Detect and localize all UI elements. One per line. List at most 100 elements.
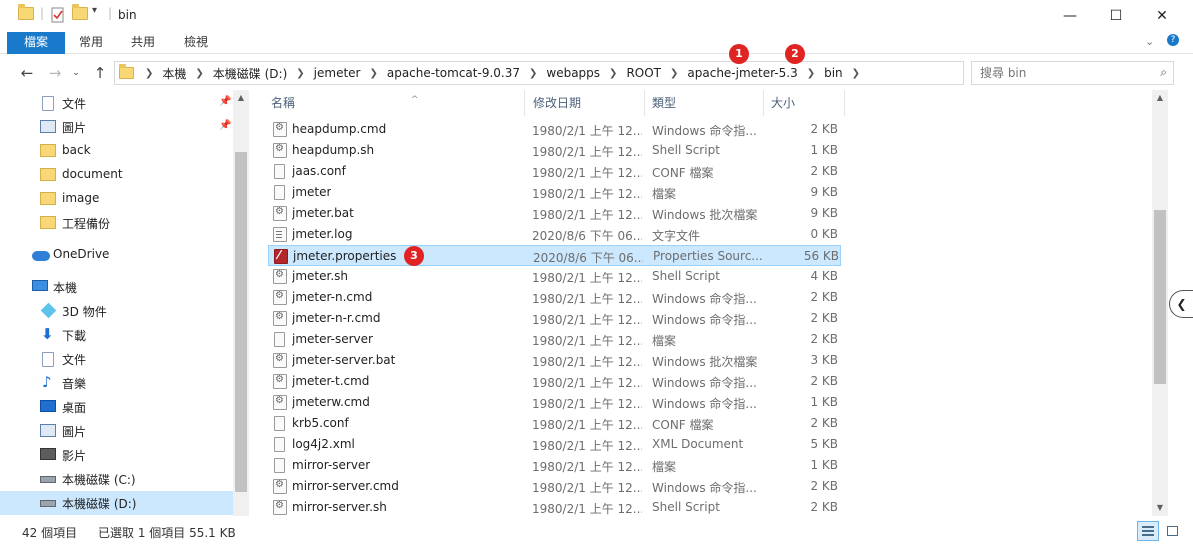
nav-item-engineering-backup[interactable]: 工程備份 (0, 211, 233, 235)
nav-item-drive-d[interactable]: 本機磁碟 (D:) (0, 491, 233, 515)
nav-item-pictures-pc[interactable]: 圖片 (0, 419, 233, 443)
chevron-right-icon[interactable]: ❯ (296, 68, 304, 79)
large-icons-view-button[interactable] (1161, 521, 1183, 541)
file-row[interactable]: heapdump.sh 1980/2/1 上午 12... Shell Script… (268, 140, 841, 161)
sidebar-scrollbar[interactable]: ▲ (233, 90, 249, 516)
file-row[interactable]: mirror-server.sh 1980/2/1 上午 12... Shell S… (268, 497, 841, 518)
nav-item-drive-c[interactable]: 本機磁碟 (C:) (0, 467, 233, 491)
file-row[interactable]: jaas.conf 1980/2/1 上午 12... CONF 檔案 2 KB (268, 161, 841, 182)
tab-view[interactable]: 檢視 (177, 32, 215, 54)
file-name: krb5.conf (292, 416, 349, 430)
new-folder-icon[interactable] (72, 4, 88, 25)
details-view-button[interactable] (1137, 521, 1159, 541)
chevron-down-icon[interactable]: ⌄ (1145, 35, 1154, 48)
column-divider[interactable] (644, 90, 645, 116)
file-row[interactable]: mirror-server 1980/2/1 上午 12... 檔案 1 KB (268, 455, 841, 476)
chevron-left-icon[interactable]: ❮ (1169, 290, 1193, 318)
nav-item-document[interactable]: document (0, 163, 233, 187)
column-header-type[interactable]: 類型 (652, 90, 762, 116)
column-header-size[interactable]: 大小 (771, 90, 843, 116)
breadcrumb-webapps[interactable]: webapps (546, 66, 600, 80)
tab-file[interactable]: 檔案 (7, 32, 65, 54)
nav-item-downloads[interactable]: ⬇ 下載 (0, 323, 233, 347)
nav-item-3d-objects[interactable]: 3D 物件 (0, 299, 233, 323)
help-icon[interactable]: ? (1167, 34, 1179, 46)
file-list-scrollbar[interactable]: ▲ ▼ (1152, 90, 1168, 516)
file-date: 1980/2/1 上午 12... (532, 481, 642, 495)
search-input[interactable] (980, 65, 1140, 81)
column-divider[interactable] (844, 90, 845, 116)
file-row[interactable]: jmeter.sh 1980/2/1 上午 12... Shell Script 4 … (268, 266, 841, 287)
forward-arrow-icon[interactable]: → (45, 64, 65, 82)
file-row[interactable]: jmeter.bat 1980/2/1 上午 12... Windows 批次檔案 9… (268, 203, 841, 224)
scroll-up-icon[interactable]: ▲ (233, 90, 249, 106)
column-header-date[interactable]: 修改日期 (533, 90, 643, 116)
file-row[interactable]: jmeter.properties 2020/8/6 下午 06... Proper… (268, 245, 841, 266)
file-row[interactable]: jmeter-n.cmd 1980/2/1 上午 12... Windows 命令指… (268, 287, 841, 308)
chevron-right-icon[interactable]: ❯ (195, 68, 203, 79)
properties-icon[interactable] (50, 7, 66, 25)
customize-quick-access-icon[interactable]: ▾ (92, 5, 97, 23)
search-icon[interactable]: ⌕ (1160, 65, 1167, 80)
chevron-right-icon[interactable]: ❯ (807, 68, 815, 79)
nav-item-label: 音樂 (62, 377, 87, 391)
close-button[interactable]: ✕ (1139, 0, 1185, 32)
chevron-right-icon[interactable]: ❯ (145, 68, 153, 79)
file-row[interactable]: jmeter-server 1980/2/1 上午 12... 檔案 2 KB (268, 329, 841, 350)
breadcrumb-root[interactable]: ROOT (626, 66, 661, 80)
nav-item-videos[interactable]: 影片 (0, 443, 233, 467)
nav-item-this-pc[interactable]: 本機 (0, 275, 233, 299)
file-type: 文字文件 (652, 229, 701, 243)
file-row[interactable]: jmeterw.cmd 1980/2/1 上午 12... Windows 命令指.… (268, 392, 841, 413)
chevron-right-icon[interactable]: ❯ (609, 68, 617, 79)
scrollbar-thumb[interactable] (235, 152, 247, 492)
back-arrow-icon[interactable]: ← (17, 64, 37, 82)
breadcrumb-bin[interactable]: bin (824, 66, 843, 80)
nav-item-desktop[interactable]: 桌面 (0, 395, 233, 419)
scrollbar-thumb[interactable] (1154, 210, 1166, 384)
nav-item-documents[interactable]: 文件 📌 (0, 91, 233, 115)
column-divider[interactable] (763, 90, 764, 116)
chevron-right-icon[interactable]: ❯ (670, 68, 678, 79)
nav-item-pictures[interactable]: 圖片 📌 (0, 115, 233, 139)
column-header-name[interactable]: 名稱 ^ (271, 90, 521, 116)
file-row[interactable]: jmeter 1980/2/1 上午 12... 檔案 9 KB (268, 182, 841, 203)
chevron-right-icon[interactable]: ❯ (369, 68, 377, 79)
nav-item-back[interactable]: back (0, 139, 233, 163)
file-row[interactable]: log4j2.xml 1980/2/1 上午 12... XML Document 5… (268, 434, 841, 455)
file-row[interactable]: jmeter-t.cmd 1980/2/1 上午 12... Windows 命令指… (268, 371, 841, 392)
chevron-right-icon[interactable]: ❯ (529, 68, 537, 79)
scroll-up-icon[interactable]: ▲ (1152, 90, 1168, 106)
file-row[interactable]: jmeter.log 2020/8/6 下午 06... 文字文件 0 KB (268, 224, 841, 245)
nav-item-music[interactable]: ♪ 音樂 (0, 371, 233, 395)
file-row[interactable]: heapdump.cmd 1980/2/1 上午 12... Windows 命令指… (268, 119, 841, 140)
file-row[interactable]: jmeter-server.bat 1980/2/1 上午 12... Window… (268, 350, 841, 371)
tab-share[interactable]: 共用 (124, 32, 162, 54)
nav-item-onedrive[interactable]: OneDrive (0, 243, 233, 267)
breadcrumb-jmeter[interactable]: apache-jmeter-5.3 (687, 66, 797, 80)
file-date: 1980/2/1 上午 12... (532, 271, 642, 285)
file-row[interactable]: mirror-server.cmd 1980/2/1 上午 12... Window… (268, 476, 841, 497)
address-bar[interactable]: ❯ 本機 ❯ 本機磁碟 (D:) ❯ jemeter ❯ apache-tomc… (114, 61, 1074, 85)
minimize-button[interactable]: — (1047, 0, 1093, 32)
breadcrumb-drive-d[interactable]: 本機磁碟 (D:) (213, 65, 287, 82)
nav-item-documents-pc[interactable]: 文件 (0, 347, 233, 371)
scroll-down-icon[interactable]: ▼ (1152, 500, 1168, 516)
maximize-button[interactable]: ☐ (1093, 0, 1139, 32)
tab-home[interactable]: 常用 (72, 32, 110, 54)
nav-item-image[interactable]: image (0, 187, 233, 211)
file-row[interactable]: jmeter-n-r.cmd 1980/2/1 上午 12... Windows 命… (268, 308, 841, 329)
pin-icon[interactable]: 📌 (219, 96, 231, 107)
folder-icon (40, 216, 56, 229)
up-arrow-icon[interactable]: ↑ (90, 64, 110, 82)
breadcrumb-jemeter[interactable]: jemeter (314, 66, 361, 80)
pin-icon[interactable]: 📌 (219, 120, 231, 131)
file-date: 2020/8/6 下午 06... (532, 229, 642, 243)
column-divider[interactable] (524, 90, 525, 116)
breadcrumb-this-pc[interactable]: 本機 (162, 65, 186, 82)
search-box[interactable]: ⌕ (971, 61, 1174, 85)
chevron-right-icon[interactable]: ❯ (852, 68, 860, 79)
breadcrumb-tomcat[interactable]: apache-tomcat-9.0.37 (387, 66, 520, 80)
recent-locations-icon[interactable]: ⌄ (66, 68, 86, 78)
file-row[interactable]: krb5.conf 1980/2/1 上午 12... CONF 檔案 2 KB (268, 413, 841, 434)
